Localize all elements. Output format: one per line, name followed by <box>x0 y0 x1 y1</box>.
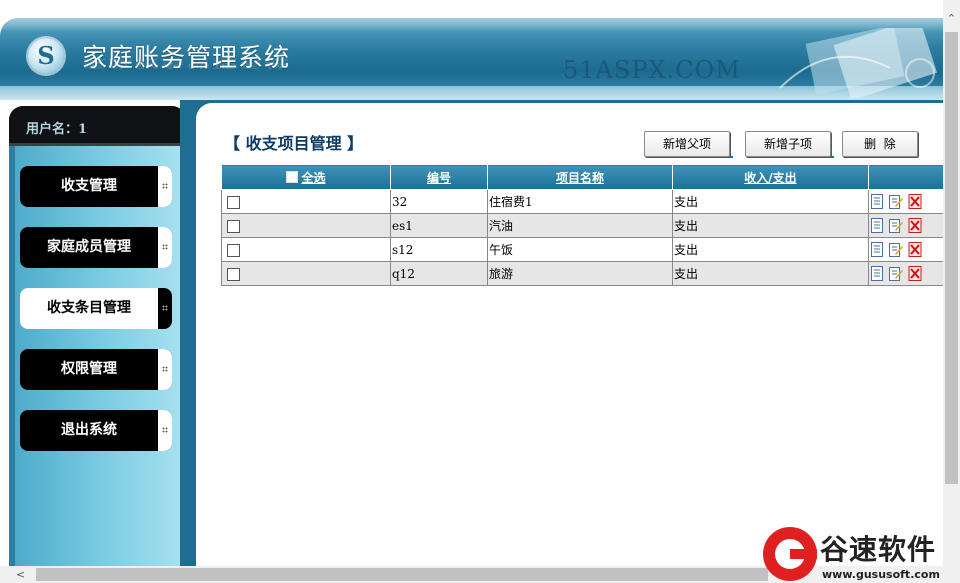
table-header-row: 全选 编号 项目名称 收入/支出 <box>221 164 945 190</box>
nav-handle-icon <box>158 410 172 451</box>
view-icon[interactable] <box>870 218 884 233</box>
nav-handle-icon <box>158 166 172 207</box>
nav-label: 权限管理 <box>61 361 117 377</box>
nav-handle-icon <box>158 227 172 268</box>
row-checkbox[interactable] <box>227 195 240 209</box>
row-select-cell <box>221 237 391 262</box>
row-actions <box>868 261 945 286</box>
scroll-up-icon[interactable]: ⌃ <box>943 10 960 27</box>
row-actions <box>868 189 945 214</box>
header-decoration <box>779 28 938 98</box>
cell-id: es1 <box>390 213 488 238</box>
table-row: s12 午饭 支出 <box>221 237 945 262</box>
edit-icon[interactable] <box>889 266 903 281</box>
brand-name: 谷速软件 <box>820 533 937 566</box>
nav-family-members[interactable]: 家庭成员管理 <box>20 227 172 268</box>
nav-label: 收支条目管理 <box>47 300 131 316</box>
delete-icon[interactable] <box>908 266 922 281</box>
brand-logo-icon <box>763 527 817 581</box>
nav-label: 家庭成员管理 <box>47 239 131 255</box>
edit-icon[interactable] <box>889 218 903 233</box>
brand-url: www.gususoft.com <box>822 568 940 581</box>
table-row: q12 旅游 支出 <box>221 261 945 286</box>
cell-type: 支出 <box>672 213 869 238</box>
button-link-mark <box>729 156 733 158</box>
delete-icon[interactable] <box>908 242 922 257</box>
delete-icon[interactable] <box>908 218 922 233</box>
nav-label: 退出系统 <box>61 422 117 438</box>
row-select-cell <box>221 189 391 214</box>
items-table: 全选 编号 项目名称 收入/支出 32 住宿费1 支出 es1 汽油 支出 s1… <box>221 164 945 286</box>
cell-id: 32 <box>390 189 488 214</box>
watermark-text: 51ASPX.COM <box>563 56 741 84</box>
cell-type: 支出 <box>672 189 869 214</box>
nav-income-expense[interactable]: 收支管理 <box>20 166 172 207</box>
scroll-left-icon[interactable]: < <box>12 566 29 583</box>
cell-type: 支出 <box>672 261 869 286</box>
row-select-cell <box>221 213 391 238</box>
cell-id: s12 <box>390 237 488 262</box>
delete-button[interactable]: 删 除 <box>842 131 918 157</box>
button-link-mark <box>830 156 834 158</box>
nav-handle-icon <box>158 288 172 329</box>
select-all-label[interactable]: 全选 <box>301 171 325 185</box>
row-select-cell <box>221 261 391 286</box>
column-header-actions <box>868 164 945 190</box>
table-row: es1 汽油 支出 <box>221 213 945 238</box>
nav-handle-icon <box>158 349 172 390</box>
page-title: 【 收支项目管理 】 <box>224 134 364 153</box>
sidebar-rim <box>9 146 15 576</box>
row-checkbox[interactable] <box>227 219 240 233</box>
edit-icon[interactable] <box>889 194 903 209</box>
cell-name: 汽油 <box>487 213 673 238</box>
view-icon[interactable] <box>870 266 884 281</box>
nav-entry-management[interactable]: 收支条目管理 <box>20 288 172 329</box>
column-header-type[interactable]: 收入/支出 <box>672 164 869 190</box>
delete-icon[interactable] <box>908 194 922 209</box>
vertical-scroll-thumb[interactable] <box>945 32 958 484</box>
username-label: 用户名：1 <box>26 122 88 137</box>
nav-logout[interactable]: 退出系统 <box>20 410 172 451</box>
cell-name: 旅游 <box>487 261 673 286</box>
system-title-reflection: 家庭账务管理系统 <box>82 56 291 70</box>
row-checkbox[interactable] <box>227 243 240 257</box>
select-all-header[interactable]: 全选 <box>221 164 391 190</box>
nav-label: 收支管理 <box>61 178 117 194</box>
table-row: 32 住宿费1 支出 <box>221 189 945 214</box>
add-child-button[interactable]: 新增子项 <box>745 131 831 157</box>
row-checkbox[interactable] <box>227 267 240 281</box>
cell-name: 住宿费1 <box>487 189 673 214</box>
row-actions <box>868 213 945 238</box>
cell-id: q12 <box>390 261 488 286</box>
horizontal-scroll-thumb[interactable] <box>36 568 768 581</box>
row-actions <box>868 237 945 262</box>
view-icon[interactable] <box>870 194 884 209</box>
app-logo-icon <box>28 38 64 74</box>
cell-name: 午饭 <box>487 237 673 262</box>
view-icon[interactable] <box>870 242 884 257</box>
nav-permissions[interactable]: 权限管理 <box>20 349 172 390</box>
column-header-name[interactable]: 项目名称 <box>487 164 673 190</box>
select-all-checkbox[interactable] <box>286 170 299 183</box>
column-header-id[interactable]: 编号 <box>390 164 488 190</box>
app-header: 家庭账务管理系统 家庭账务管理系统 51ASPX.COM <box>0 18 943 100</box>
cell-type: 支出 <box>672 237 869 262</box>
edit-icon[interactable] <box>889 242 903 257</box>
add-parent-button[interactable]: 新增父项 <box>644 131 730 157</box>
